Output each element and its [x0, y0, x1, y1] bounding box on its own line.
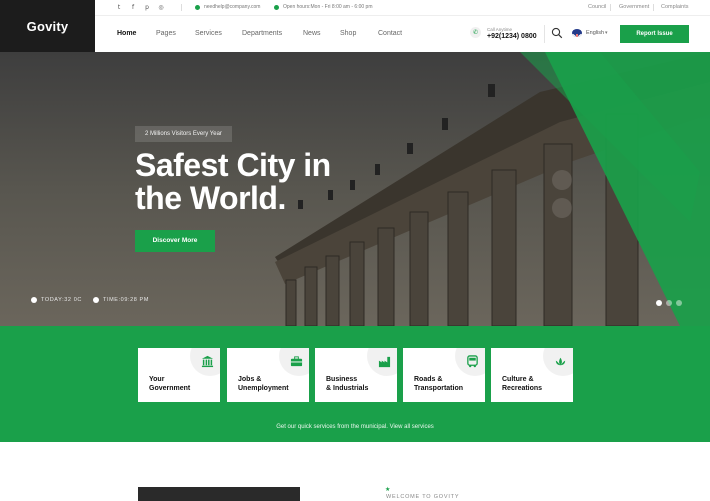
- contact-email[interactable]: needhelp@company.com: [195, 4, 260, 10]
- hero-title-line: the World.: [135, 180, 286, 216]
- clock-icon: [274, 4, 279, 10]
- topbar-link-government[interactable]: Government: [619, 4, 649, 10]
- star-icon: ★: [385, 486, 391, 493]
- topbar-divider: [653, 4, 654, 11]
- weather-info: TODAY:32 0C: [31, 297, 82, 303]
- service-card-business[interactable]: Business & Industrials: [315, 348, 397, 402]
- service-card-jobs[interactable]: Jobs & Unemployment: [227, 348, 309, 402]
- nav-services[interactable]: Services: [195, 30, 222, 37]
- hero-title-line: Safest City in: [135, 147, 331, 183]
- topbar-link-complaints[interactable]: Complaints: [661, 4, 689, 10]
- topbar-divider: [610, 4, 611, 11]
- nav-departments[interactable]: Departments: [242, 30, 282, 37]
- hero-title: Safest City in the World.: [135, 149, 331, 215]
- service-label-line: Transportation: [414, 385, 464, 392]
- email-icon: [195, 4, 200, 10]
- nav-divider: [544, 25, 545, 43]
- discover-more-button[interactable]: Discover More: [135, 230, 215, 252]
- service-label: Culture & Recreations: [502, 375, 572, 393]
- nav-home[interactable]: Home: [117, 30, 136, 37]
- service-label-line: Government: [149, 385, 191, 392]
- slider-dot[interactable]: [656, 300, 662, 306]
- time-text: TIME:09:28 PM: [103, 297, 150, 303]
- topbar-link-council[interactable]: Council: [588, 4, 606, 10]
- service-label-line: Your: [149, 376, 165, 383]
- briefcase-icon: [290, 356, 303, 367]
- service-label-line: Recreations: [502, 385, 543, 392]
- open-hours: Open hours:Mon - Fri 8:00 am - 6:00 pm: [274, 4, 372, 10]
- government-icon: [201, 355, 214, 368]
- search-icon[interactable]: [551, 27, 563, 39]
- welcome-label: WELCOME TO GOVITY: [386, 494, 460, 500]
- chevron-down-icon[interactable]: ▾: [605, 30, 608, 36]
- facebook-icon[interactable]: f: [129, 3, 137, 12]
- pinterest-icon[interactable]: p: [143, 3, 151, 12]
- service-card-government[interactable]: Your Government: [138, 348, 220, 402]
- bus-icon: [467, 355, 478, 368]
- service-label-line: Roads &: [414, 376, 443, 383]
- hero-background-image: [0, 52, 710, 326]
- report-issue-button[interactable]: Report Issue: [620, 25, 689, 43]
- language-select[interactable]: English: [586, 30, 604, 36]
- service-label: Your Government: [149, 375, 219, 393]
- top-bar: t f p ◎ needhelp@company.com Open hours:…: [95, 0, 710, 16]
- services-section: Your Government Jobs & Unemployment Busi…: [0, 326, 710, 442]
- service-label-line: & Industrials: [326, 385, 369, 392]
- call-number[interactable]: +92(1234) 0800: [487, 33, 537, 40]
- nav-news[interactable]: News: [303, 30, 321, 37]
- slider-dot[interactable]: [666, 300, 672, 306]
- instagram-icon[interactable]: ◎: [157, 3, 165, 12]
- nav-shop[interactable]: Shop: [340, 30, 356, 37]
- welcome-image: [138, 487, 300, 501]
- logo[interactable]: Govity: [0, 0, 101, 52]
- time-info: TIME:09:28 PM: [93, 297, 149, 303]
- uk-flag-icon[interactable]: [572, 29, 582, 37]
- weather-icon: [31, 297, 37, 303]
- contact-email-text: needhelp@company.com: [204, 4, 261, 10]
- services-note[interactable]: Get our quick services from the municipa…: [0, 424, 710, 430]
- phone-icon: ✆: [470, 27, 481, 38]
- weather-text: TODAY:32 0C: [41, 297, 82, 303]
- hero-tagline: 2 Millions Visitors Every Year: [135, 126, 232, 142]
- factory-icon: [378, 356, 391, 368]
- lotus-icon: [555, 357, 566, 366]
- service-label: Business & Industrials: [326, 375, 396, 393]
- brand-name: Govity: [26, 18, 69, 34]
- service-label-line: Jobs &: [238, 376, 262, 383]
- clock-icon: [93, 297, 99, 303]
- service-label-line: Business: [326, 376, 358, 383]
- service-label-line: Unemployment: [238, 385, 289, 392]
- open-hours-text: Open hours:Mon - Fri 8:00 am - 6:00 pm: [283, 4, 373, 10]
- call-label: Call Anytime: [487, 27, 513, 32]
- slider-dot[interactable]: [676, 300, 682, 306]
- service-card-culture[interactable]: Culture & Recreations: [491, 348, 573, 402]
- main-navbar: Home Pages Services Departments News Sho…: [95, 16, 710, 52]
- service-label: Roads & Transportation: [414, 375, 484, 393]
- nav-pages[interactable]: Pages: [156, 30, 176, 37]
- twitter-icon[interactable]: t: [115, 3, 123, 12]
- nav-contact[interactable]: Contact: [378, 30, 402, 37]
- topbar-divider: [181, 4, 182, 11]
- service-card-roads[interactable]: Roads & Transportation: [403, 348, 485, 402]
- service-label-line: Culture &: [502, 376, 534, 383]
- hero-slider: 2 Millions Visitors Every Year Safest Ci…: [0, 52, 710, 326]
- service-label: Jobs & Unemployment: [238, 375, 308, 393]
